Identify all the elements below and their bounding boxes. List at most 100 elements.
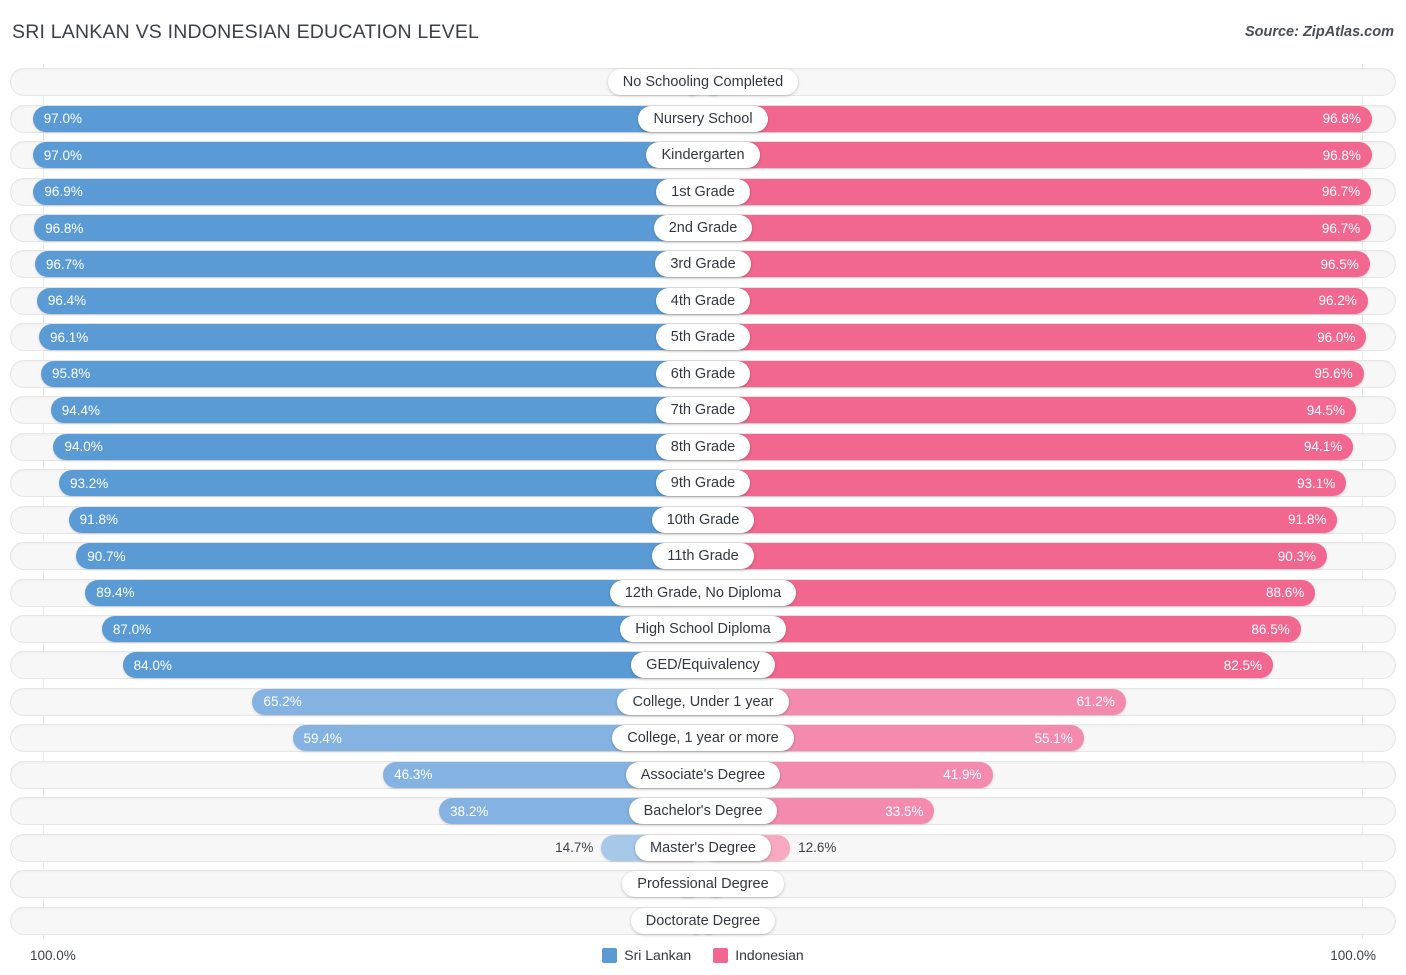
bar-row: 87.0% 86.5% High School Diploma <box>10 611 1396 647</box>
bar-row: 90.7% 90.3% 11th Grade <box>10 538 1396 574</box>
left-half: 89.4% <box>12 579 703 606</box>
bar-row: 96.4% 96.2% 4th Grade <box>10 283 1396 319</box>
bar-value-indonesian: 41.9% <box>943 767 982 783</box>
right-half: 33.5% <box>703 798 1394 825</box>
bar-row: 84.0% 82.5% GED/Equivalency <box>10 647 1396 683</box>
category-label: 1st Grade <box>656 178 750 205</box>
bar-indonesian: 96.7% <box>703 215 1372 242</box>
left-half: 94.0% <box>12 433 703 460</box>
category-label: College, 1 year or more <box>612 725 794 752</box>
bar-indonesian: 94.5% <box>703 397 1356 424</box>
chart-page: SRI LANKAN VS INDONESIAN EDUCATION LEVEL… <box>0 0 1406 975</box>
left-half: 1.9% <box>12 907 703 934</box>
category-label: Associate's Degree <box>625 761 781 788</box>
legend-item[interactable]: Sri Lankan <box>602 947 691 963</box>
bar-indonesian: 90.3% <box>703 543 1327 570</box>
bar-value-indonesian: 33.5% <box>885 803 924 819</box>
bar-value-sri-lankan: 96.9% <box>44 184 83 200</box>
right-half: 96.7% <box>703 178 1394 205</box>
bar-sri-lankan: 93.2% <box>59 470 703 497</box>
bar-value-sri-lankan: 59.4% <box>303 730 342 746</box>
bar-sri-lankan: 94.4% <box>50 397 703 424</box>
left-half: 59.4% <box>12 725 703 752</box>
bar-value-sri-lankan: 96.4% <box>47 293 87 309</box>
right-half: 94.1% <box>703 433 1394 460</box>
right-half: 55.1% <box>703 725 1394 752</box>
category-label: Professional Degree <box>622 871 784 898</box>
left-half: 90.7% <box>12 543 703 570</box>
bar-row: 89.4% 88.6% 12th Grade, No Diploma <box>10 574 1396 610</box>
right-half: 96.5% <box>703 251 1394 278</box>
left-half: 96.1% <box>12 324 703 351</box>
left-half: 87.0% <box>12 616 703 643</box>
bar-sri-lankan: 87.0% <box>101 616 703 643</box>
right-half: 86.5% <box>703 616 1394 643</box>
right-half: 96.7% <box>703 215 1394 242</box>
category-label: 3rd Grade <box>655 251 751 278</box>
bar-row: 1.9%1.6%Doctorate Degree <box>10 902 1396 938</box>
bar-value-sri-lankan: 94.0% <box>64 439 103 455</box>
left-half: 46.3% <box>12 761 703 788</box>
bar-indonesian: 94.1% <box>703 433 1354 460</box>
bar-value-indonesian: 94.5% <box>1306 402 1345 418</box>
bar-row: 96.8% 96.7% 2nd Grade <box>10 210 1396 246</box>
left-half: 91.8% <box>12 506 703 533</box>
bar-sri-lankan: 96.9% <box>33 178 703 205</box>
bar-indonesian: 96.5% <box>703 251 1370 278</box>
right-half: 93.1% <box>703 470 1394 497</box>
category-label: 2nd Grade <box>653 215 753 242</box>
bar-row: 96.9% 96.7% 1st Grade <box>10 173 1396 209</box>
bar-row: 91.8% 91.8% 10th Grade <box>10 501 1396 537</box>
bar-row: 95.8% 95.6% 6th Grade <box>10 356 1396 392</box>
bar-indonesian: 96.8% <box>703 142 1372 169</box>
bar-value-indonesian: 96.7% <box>1321 220 1361 236</box>
page-title: SRI LANKAN VS INDONESIAN EDUCATION LEVEL <box>12 21 480 43</box>
right-half: 41.9% <box>703 761 1394 788</box>
legend-swatch-icon <box>713 947 729 963</box>
chart-footer: 100.0% Sri Lankan Indonesian 100.0% <box>10 941 1396 969</box>
right-half: 96.8% <box>703 142 1394 169</box>
left-half: 14.7% <box>12 834 703 861</box>
bar-value-indonesian: 96.7% <box>1321 184 1361 200</box>
bar-value-sri-lankan: 84.0% <box>133 657 172 673</box>
left-half: 3.0% <box>12 69 703 96</box>
bar-row: 14.7% 12.6% Master's Degree <box>10 830 1396 866</box>
bar-sri-lankan: 96.4% <box>36 287 703 314</box>
left-half: 97.0% <box>12 142 703 169</box>
bar-value-sri-lankan: 93.2% <box>70 475 109 491</box>
bar-sri-lankan: 95.8% <box>41 360 703 387</box>
bar-value-sri-lankan: 46.3% <box>394 767 433 783</box>
category-label: Nursery School <box>638 105 768 132</box>
bar-row: 65.2% 61.2% College, Under 1 year <box>10 684 1396 720</box>
left-half: 97.0% <box>12 105 703 132</box>
bar-value-indonesian: 61.2% <box>1076 694 1115 710</box>
chart-plot-area: 3.0%3.2%No Schooling Completed 97.0% 96.8%… <box>10 64 1396 939</box>
left-half: 38.2% <box>12 798 703 825</box>
bar-row: 3.0%3.2%No Schooling Completed <box>10 64 1396 100</box>
bar-row: 93.2% 93.1% 9th Grade <box>10 465 1396 501</box>
right-half: 95.6% <box>703 360 1394 387</box>
bar-value-sri-lankan: 38.2% <box>450 803 489 819</box>
bar-indonesian: 91.8% <box>703 506 1338 533</box>
chart-legend: Sri Lankan Indonesian <box>602 947 804 963</box>
left-half: 93.2% <box>12 470 703 497</box>
legend-item[interactable]: Indonesian <box>713 947 804 963</box>
legend-label: Sri Lankan <box>624 947 692 963</box>
bar-sri-lankan: 96.8% <box>34 215 703 242</box>
bar-sri-lankan: 96.1% <box>38 324 703 351</box>
bar-value-sri-lankan: 89.4% <box>96 585 135 601</box>
bar-value-sri-lankan: 97.0% <box>43 147 83 163</box>
right-half: 12.6% <box>703 834 1394 861</box>
bar-indonesian: 82.5% <box>703 652 1274 679</box>
bar-value-indonesian: 91.8% <box>1288 512 1327 528</box>
category-label: 8th Grade <box>655 433 751 460</box>
right-half: 3.2% <box>703 69 1394 96</box>
bar-value-sri-lankan: 14.7% <box>555 840 594 856</box>
category-label: College, Under 1 year <box>617 688 789 715</box>
right-half: 90.3% <box>703 543 1394 570</box>
bar-value-sri-lankan: 65.2% <box>263 694 302 710</box>
left-half: 96.4% <box>12 287 703 314</box>
chart-header: SRI LANKAN VS INDONESIAN EDUCATION LEVEL… <box>0 0 1406 60</box>
right-half: 61.2% <box>703 688 1394 715</box>
bar-value-indonesian: 96.5% <box>1320 256 1359 272</box>
